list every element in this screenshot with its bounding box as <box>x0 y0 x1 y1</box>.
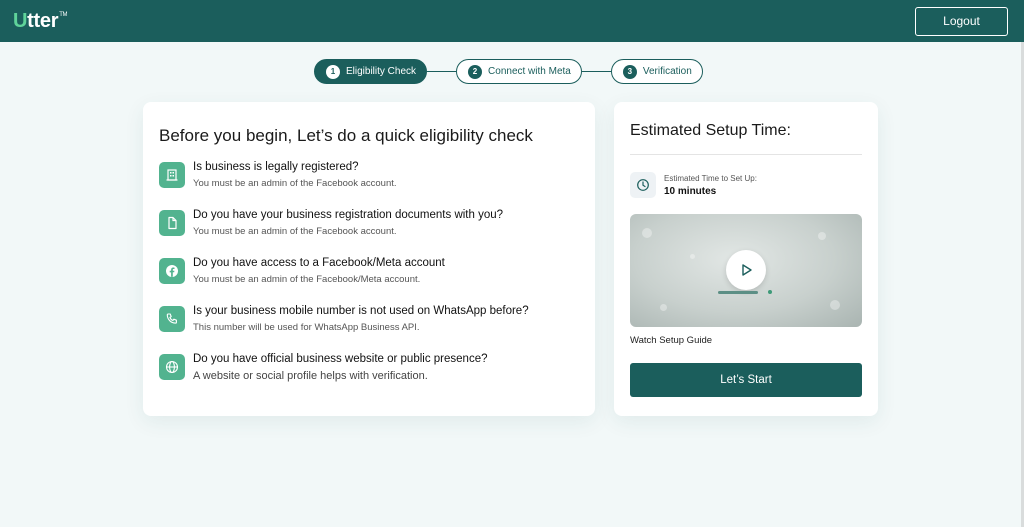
check-question: Do you have access to a Facebook/Meta ac… <box>193 257 445 269</box>
logo-rest: tter <box>27 9 59 32</box>
list-item: Do you have access to a Facebook/Meta ac… <box>159 257 579 305</box>
time-label: Estimated Time to Set Up: <box>664 173 757 183</box>
check-question: Is business is legally registered? <box>193 161 359 173</box>
video-progress-dot <box>768 290 772 294</box>
logo-first-letter: U <box>13 9 28 32</box>
check-description: You must be an admin of the Facebook acc… <box>193 178 397 189</box>
list-item: Do you have your business registration d… <box>159 209 579 257</box>
facebook-icon <box>159 258 185 284</box>
check-question: Do you have your business registration d… <box>193 209 504 221</box>
eligibility-card: Before you begin, Let’s do a quick eligi… <box>143 102 595 416</box>
lets-start-button[interactable]: Let’s Start <box>630 363 862 397</box>
step-number: 1 <box>326 64 340 79</box>
video-bokeh <box>830 300 840 310</box>
list-item: Is your business mobile number is not us… <box>159 305 579 353</box>
step-connector <box>581 71 611 72</box>
step-label: Eligibility Check <box>346 66 417 77</box>
setup-time-card: Estimated Setup Time: Estimated Time to … <box>614 102 878 416</box>
setup-guide-video[interactable] <box>630 214 862 327</box>
step-number: 3 <box>622 64 637 79</box>
video-bokeh <box>690 254 695 259</box>
watch-guide-label: Watch Setup Guide <box>630 335 713 346</box>
check-description: A website or social profile helps with v… <box>193 370 428 382</box>
video-progress-bar <box>718 291 758 294</box>
phone-icon <box>159 306 185 332</box>
video-bokeh <box>818 232 826 240</box>
building-icon <box>159 162 185 188</box>
step-connect-with-meta[interactable]: 2 Connect with Meta <box>456 59 582 84</box>
setup-title: Estimated Setup Time: <box>630 122 862 155</box>
logout-button[interactable]: Logout <box>915 6 1008 36</box>
step-label: Verification <box>642 66 692 77</box>
check-description: You must be an admin of the Facebook/Met… <box>193 274 421 285</box>
check-question: Do you have official business website or… <box>193 353 488 365</box>
top-bar: Utter TM Logout <box>0 0 1024 42</box>
step-number: 2 <box>468 64 483 79</box>
step-connector <box>427 71 457 72</box>
step-label: Connect with Meta <box>488 66 571 77</box>
utter-logo[interactable]: Utter TM <box>13 9 68 33</box>
play-icon[interactable] <box>726 250 766 290</box>
check-question: Is your business mobile number is not us… <box>193 305 529 317</box>
logo-trademark: TM <box>59 11 68 18</box>
document-icon <box>159 210 185 236</box>
step-verification[interactable]: 3 Verification <box>610 59 703 84</box>
clock-icon <box>630 172 656 198</box>
eligibility-title: Before you begin, Let’s do a quick eligi… <box>159 126 533 145</box>
time-value: 10 minutes <box>664 185 717 197</box>
check-description: You must be an admin of the Facebook acc… <box>193 226 397 237</box>
step-eligibility-check[interactable]: 1 Eligibility Check <box>314 59 428 84</box>
list-item: Is business is legally registered? You m… <box>159 161 579 209</box>
globe-icon <box>159 354 185 380</box>
video-bokeh <box>642 228 652 238</box>
estimated-time-row: Estimated Time to Set Up: 10 minutes <box>630 172 862 198</box>
list-item: Do you have official business website or… <box>159 353 579 401</box>
progress-stepper: 1 Eligibility Check 2 Connect with Meta … <box>314 59 703 84</box>
check-description: This number will be used for WhatsApp Bu… <box>193 322 420 333</box>
video-bokeh <box>660 304 667 311</box>
